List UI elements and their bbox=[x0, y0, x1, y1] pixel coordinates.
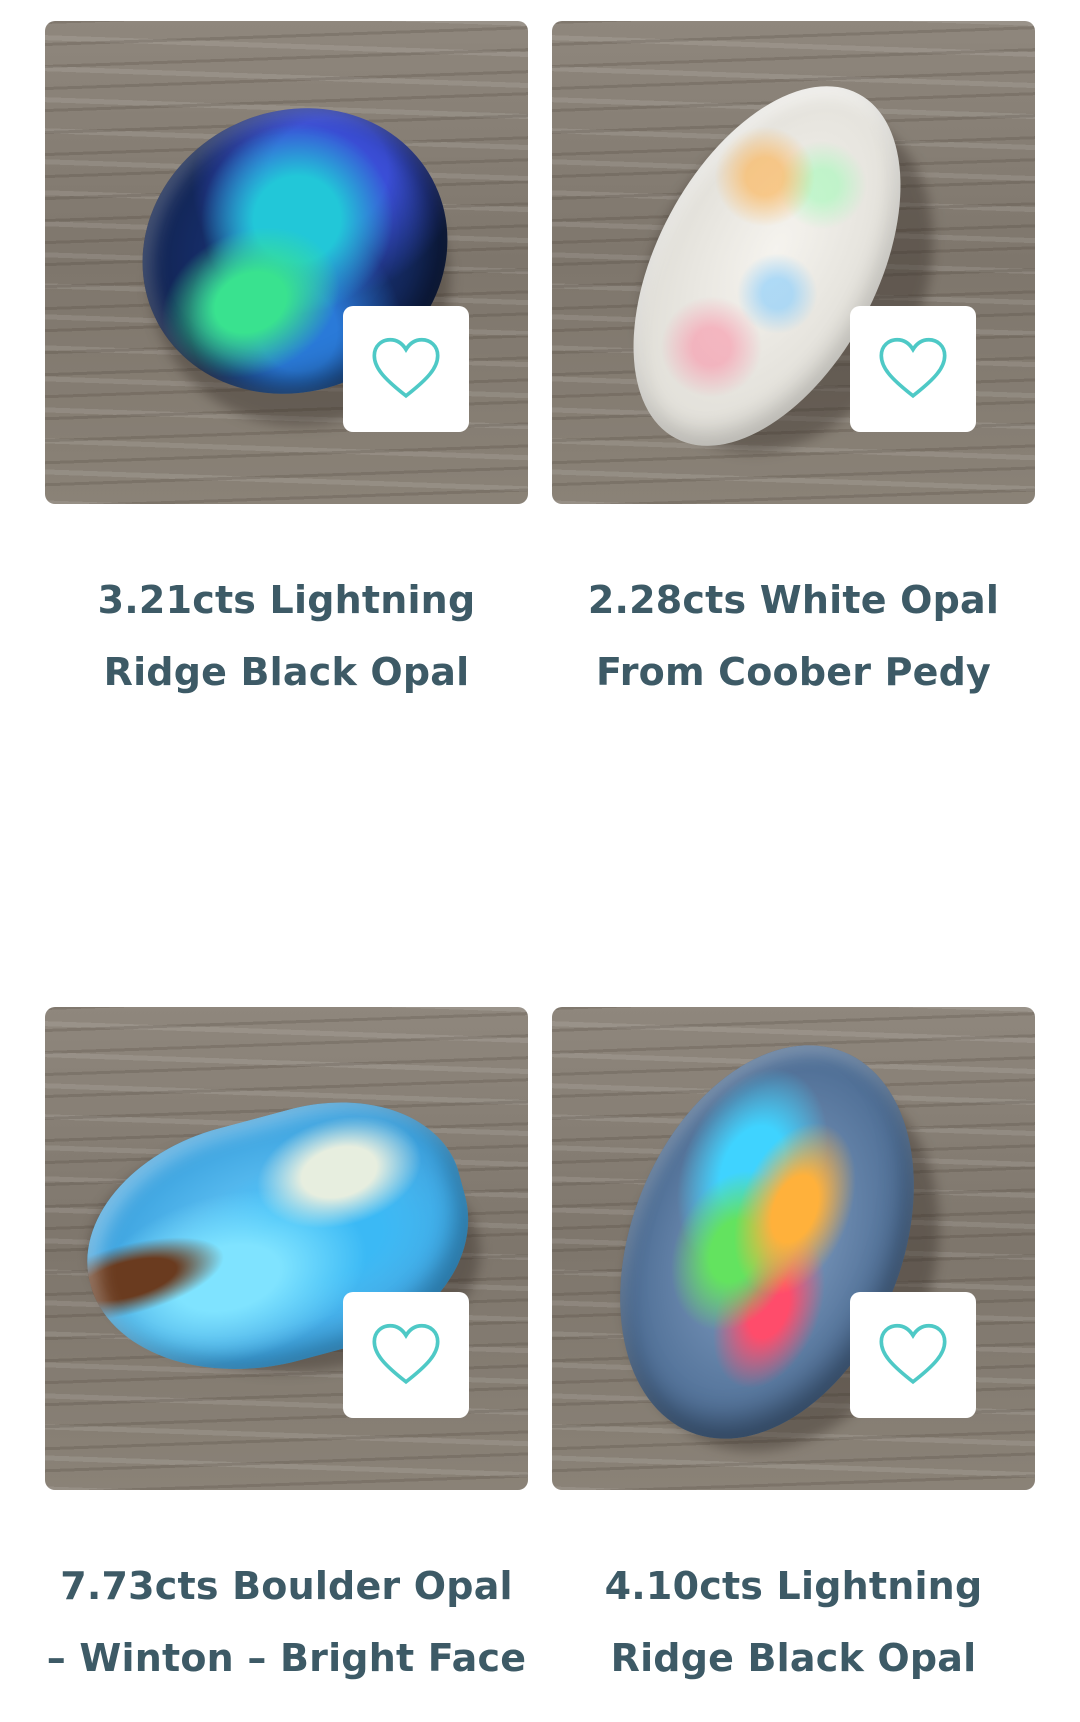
product-title[interactable]: 3.21cts Lightning Ridge Black Opal bbox=[45, 564, 528, 708]
product-title[interactable]: 7.73cts Boulder Opal – Winton – Bright F… bbox=[45, 1550, 528, 1694]
favorite-button[interactable] bbox=[850, 306, 976, 432]
product-grid: 3.21cts Lightning Ridge Black Opal 2.28c… bbox=[0, 0, 1080, 1722]
product-image[interactable] bbox=[552, 1007, 1035, 1490]
product-card[interactable]: 4.10cts Lightning Ridge Black Opal bbox=[552, 1007, 1035, 1694]
product-image[interactable] bbox=[45, 1007, 528, 1490]
heart-outline-icon bbox=[372, 337, 440, 399]
heart-outline-icon bbox=[879, 1323, 947, 1385]
heart-outline-icon bbox=[879, 337, 947, 399]
product-image[interactable] bbox=[45, 21, 528, 504]
product-card[interactable]: 2.28cts White Opal From Coober Pedy bbox=[552, 21, 1035, 708]
product-card[interactable]: 3.21cts Lightning Ridge Black Opal bbox=[45, 21, 528, 708]
heart-outline-icon bbox=[372, 1323, 440, 1385]
favorite-button[interactable] bbox=[850, 1292, 976, 1418]
product-title[interactable]: 4.10cts Lightning Ridge Black Opal bbox=[552, 1550, 1035, 1694]
product-card[interactable]: 7.73cts Boulder Opal – Winton – Bright F… bbox=[45, 1007, 528, 1694]
favorite-button[interactable] bbox=[343, 306, 469, 432]
favorite-button[interactable] bbox=[343, 1292, 469, 1418]
product-title[interactable]: 2.28cts White Opal From Coober Pedy bbox=[552, 564, 1035, 708]
product-image[interactable] bbox=[552, 21, 1035, 504]
